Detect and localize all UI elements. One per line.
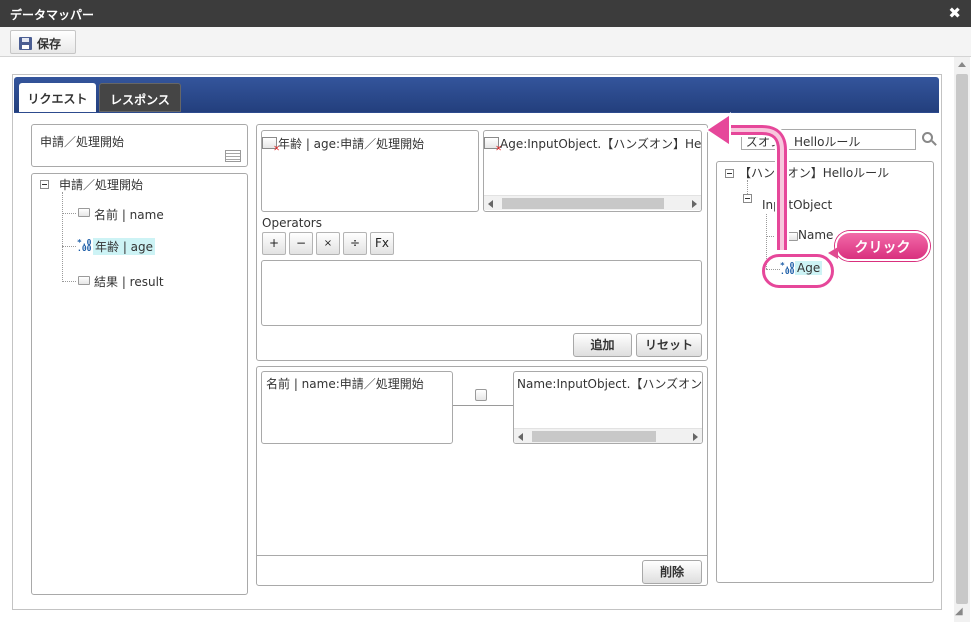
tree-connector xyxy=(62,246,76,247)
tab-response[interactable]: レスポンス xyxy=(99,83,181,112)
scroll-right-icon[interactable] xyxy=(693,433,698,441)
operator-multiply-button[interactable]: × xyxy=(316,232,340,255)
window-scrollbar[interactable] xyxy=(954,57,970,622)
scrollbar-thumb[interactable] xyxy=(532,431,656,442)
floppy-disk-icon xyxy=(19,37,32,50)
add-button[interactable]: 追加 xyxy=(573,333,632,357)
target-field-box[interactable]: Age:InputObject.【ハンズオン】Helloル xyxy=(483,130,702,212)
source-field-label: 年齢 | age:申請／処理開始 xyxy=(278,137,425,151)
tree-connector xyxy=(62,192,63,282)
save-label: 保存 xyxy=(37,37,62,51)
operator-function-button[interactable]: Fx xyxy=(370,232,394,255)
save-button[interactable]: 保存 xyxy=(10,30,76,54)
search-icon[interactable] xyxy=(922,132,933,143)
left-tree-panel: 申請／処理開始 名前 | name *.0.00 年齢 | age 結果 | r… xyxy=(31,173,248,595)
left-header-title: 申請／処理開始 xyxy=(40,135,125,149)
tree-root-label[interactable]: 申請／処理開始 xyxy=(59,176,143,193)
highlight-ring xyxy=(762,254,834,288)
scroll-up-icon[interactable] xyxy=(958,62,966,67)
annotation-arrow xyxy=(704,112,789,257)
mapping-source-box[interactable]: 名前 | name:申請／処理開始 xyxy=(261,371,453,444)
delete-button[interactable]: 削除 xyxy=(642,560,702,584)
window-title-bar: データマッパー ✖ xyxy=(0,0,971,27)
target-field-label: Age:InputObject.【ハンズオン】Helloル xyxy=(500,137,702,151)
operator-plus-button[interactable]: + xyxy=(262,232,286,255)
mapping-target-label: Name:InputObject.【ハンズオン】Hel xyxy=(517,377,703,391)
source-field-box[interactable]: 年齢 | age:申請／処理開始 xyxy=(261,130,479,212)
click-callout: クリック xyxy=(828,231,930,261)
tree-item-result[interactable]: 結果 | result xyxy=(94,273,164,290)
number-field-icon: *.0.00 xyxy=(77,238,92,253)
tree-item-name[interactable]: 名前 | name xyxy=(94,206,164,223)
window-title: データマッパー xyxy=(10,8,95,22)
tree-item-age[interactable]: 年齢 | age xyxy=(93,238,156,255)
mapping-source-label: 名前 | name:申請／処理開始 xyxy=(266,377,424,391)
error-field-icon xyxy=(262,137,280,153)
tab-request[interactable]: リクエスト xyxy=(19,83,96,112)
scroll-right-icon[interactable] xyxy=(692,200,697,208)
tab-bar: リクエスト レスポンス xyxy=(14,77,939,112)
operator-minus-button[interactable]: − xyxy=(289,232,313,255)
scroll-left-icon[interactable] xyxy=(518,433,523,441)
tree-connector xyxy=(62,281,76,282)
string-field-icon xyxy=(78,276,90,285)
mapping-checkbox[interactable] xyxy=(475,389,487,401)
resize-handle-icon[interactable]: ◢ xyxy=(955,606,967,618)
list-view-icon[interactable] xyxy=(225,150,241,162)
scrollbar-thumb[interactable] xyxy=(502,198,664,209)
error-field-icon xyxy=(484,137,502,153)
tree-connector xyxy=(62,213,76,214)
reset-button[interactable]: リセット xyxy=(636,333,702,357)
mapping-target-box[interactable]: Name:InputObject.【ハンズオン】Hel xyxy=(513,371,703,444)
scrollbar-thumb[interactable] xyxy=(956,74,968,604)
toolbar: 保存 xyxy=(0,27,971,57)
expression-textarea[interactable] xyxy=(261,260,702,326)
mapping-target-scrollbar[interactable] xyxy=(514,428,702,443)
operator-divide-button[interactable]: ÷ xyxy=(343,232,367,255)
divider xyxy=(257,555,707,556)
target-field-scrollbar[interactable] xyxy=(484,195,701,210)
collapse-icon[interactable] xyxy=(40,180,49,189)
string-field-icon xyxy=(78,208,90,217)
operators-label: Operators xyxy=(262,216,322,230)
scroll-left-icon[interactable] xyxy=(488,200,493,208)
close-icon[interactable]: ✖ xyxy=(948,4,961,22)
mapping-connector xyxy=(453,405,513,406)
left-header-panel: 申請／処理開始 xyxy=(31,124,248,167)
